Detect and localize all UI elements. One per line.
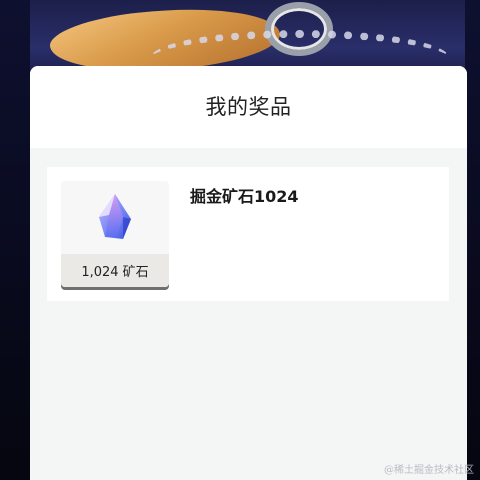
prize-thumbnail: 1,024 矿石 <box>61 181 169 287</box>
prize-card[interactable]: 1,024 矿石 掘金矿石1024 <box>47 167 449 301</box>
sheet-title: 我的奖品 <box>205 95 292 119</box>
prize-amount: 1,024 矿石 <box>61 254 169 287</box>
watermark: @稀土掘金技术社区 <box>384 465 474 476</box>
sheet-header: 我的奖品 <box>30 66 467 148</box>
background-left <box>0 0 30 480</box>
ore-gem-icon <box>99 194 131 239</box>
prize-name: 掘金矿石1024 <box>190 187 299 206</box>
background-right <box>465 0 480 480</box>
prizes-sheet: 我的奖品 1,024 矿石 掘金矿石1024 <box>30 66 467 480</box>
